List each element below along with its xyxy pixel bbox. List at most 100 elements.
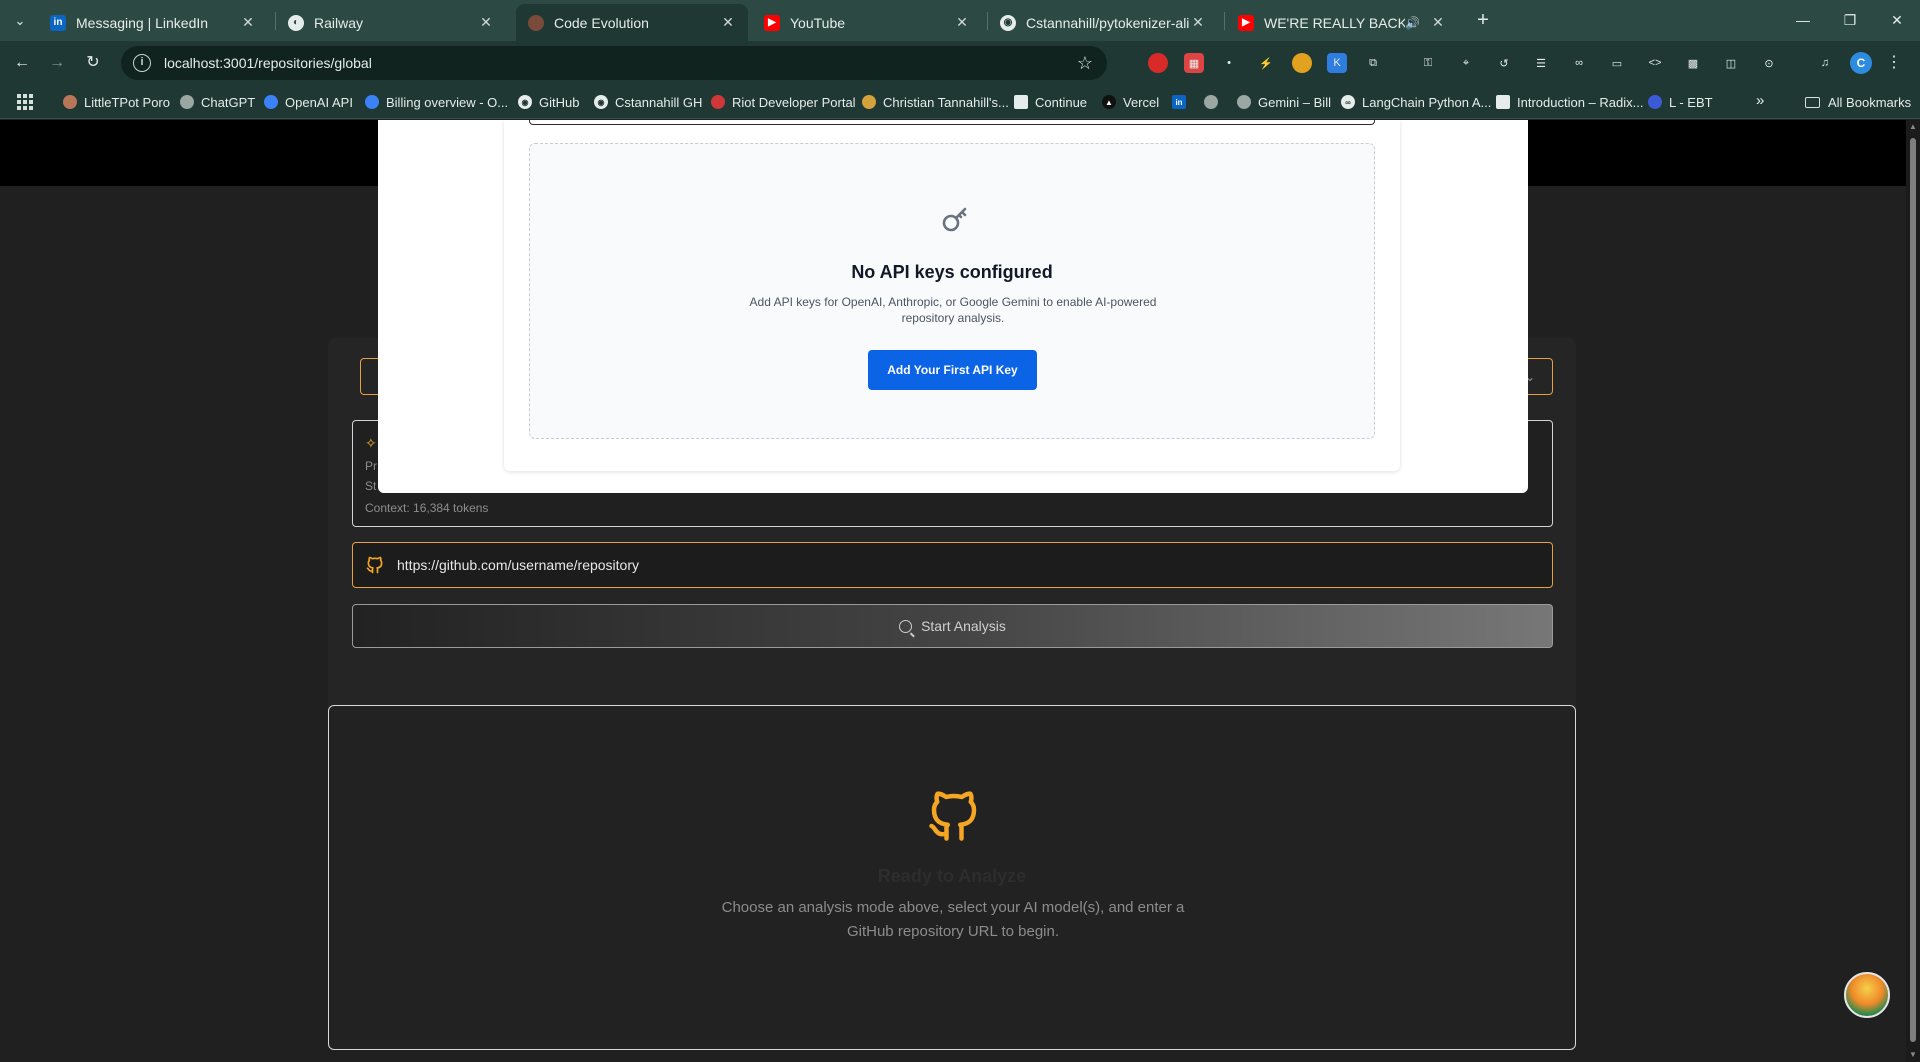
all-bookmarks-button[interactable]: All Bookmarks [1805,92,1911,112]
bookmark-littletpot-poro[interactable]: LittleTPot Poro [63,92,170,112]
close-icon[interactable]: ✕ [720,14,736,31]
tab-youtube[interactable]: ▶ YouTube ✕ [752,4,982,41]
address-url[interactable]: localhost:3001/repositories/global [164,55,372,71]
github-icon: ◉ [594,95,608,109]
new-tab-button[interactable]: + [1470,8,1496,34]
repository-url-field[interactable] [352,542,1553,588]
tab-divider [1224,12,1225,30]
start-analysis-button[interactable]: Start Analysis [352,604,1553,648]
bookmark-github[interactable]: ◉ GitHub [518,92,579,112]
code-evolution-icon [528,14,544,31]
bookmark-vercel[interactable]: ▲ Vercel [1102,92,1159,112]
speaker-icon[interactable]: 🔊 [1405,16,1420,30]
page-scrollbar[interactable]: ▲ ▼ [1906,120,1920,1062]
folder-icon [1805,96,1820,108]
extension-icon[interactable]: • [1219,53,1239,73]
riot-icon [711,95,725,109]
history-icon[interactable]: ↺ [1494,53,1514,73]
profile-avatar[interactable]: C [1850,52,1872,74]
bookmark-radix-introduction[interactable]: Introduction – Radix... [1496,92,1643,112]
extension-icon[interactable]: K [1327,53,1347,73]
github-icon: ◉ [518,95,532,109]
reload-button[interactable]: ↻ [80,50,106,76]
link-icon[interactable]: ∞ [1569,53,1589,73]
reading-list-icon[interactable]: ☰ [1531,53,1551,73]
bookmark-gemini-bill[interactable]: Gemini – Bill [1237,92,1331,112]
assistant-avatar-button[interactable] [1844,972,1890,1018]
results-panel: Ready to Analyze Choose an analysis mode… [328,705,1576,1050]
bookmark-linkedin[interactable]: in [1172,92,1193,112]
extensions-puzzle-icon[interactable]: ⧉ [1363,53,1383,73]
ready-hint: Choose an analysis mode above, select yo… [721,899,1185,940]
address-bar[interactable]: i localhost:3001/repositories/global ☆ [121,46,1107,80]
tab-search-button[interactable]: ⌄ [8,10,32,32]
bookmark-cstannahill-gh[interactable]: ◉ Cstannahill GH [594,92,702,112]
close-window-button[interactable]: ✕ [1874,0,1920,41]
site-info-icon[interactable]: i [133,54,151,72]
openai-icon [365,95,379,109]
media-control-icon[interactable]: ♫ [1815,53,1835,73]
close-icon[interactable]: ✕ [1190,14,1206,31]
screenshot-icon[interactable]: ⊙ [1759,53,1779,73]
search-icon [899,619,913,633]
bookmark-openai-api[interactable]: OpenAI API [264,92,353,112]
model-card-text: St [365,479,377,493]
bookmark-l-ebt[interactable]: L - EBT [1648,92,1713,112]
linkedin-icon: in [1172,95,1186,109]
password-key-icon[interactable]: ⚿ [1418,53,1438,73]
radix-icon [1496,95,1510,109]
empty-state-title: No API keys configured [851,262,1053,282]
linkedin-icon: in [50,14,66,31]
more-menu-icon[interactable]: ⋮ [1884,51,1904,75]
github-icon [366,556,383,574]
side-panel-icon[interactable]: ◫ [1721,53,1741,73]
tab-railway[interactable]: ◐ Railway ✕ [276,4,506,41]
apps-grid-icon[interactable] [17,94,33,110]
add-first-api-key-button[interactable]: Add Your First API Key [868,350,1037,390]
back-button[interactable]: ← [9,50,35,76]
close-icon[interactable]: ✕ [240,14,256,31]
poro-icon [63,95,77,109]
bookmarks-overflow-icon[interactable]: » [1756,92,1764,109]
extension-icon[interactable]: ⚡ [1256,53,1276,73]
scroll-down-icon[interactable]: ▼ [1908,1050,1918,1059]
bookmark-billing-overview[interactable]: Billing overview - O... [365,92,508,112]
restore-button[interactable]: ❐ [1827,0,1873,41]
forward-button[interactable]: → [44,50,70,76]
extension-icon[interactable] [1292,53,1312,73]
ready-title: Ready to Analyze [877,866,1027,886]
bookmark-riot-developer-portal[interactable]: Riot Developer Portal [711,92,856,112]
github-icon: ◉ [1000,14,1016,31]
location-pin-icon[interactable]: ⌖ [1456,53,1476,73]
close-icon[interactable]: ✕ [478,14,494,31]
bookmark-star-icon[interactable]: ☆ [1077,53,1093,74]
close-icon[interactable]: ✕ [954,14,970,31]
railway-icon: ◐ [288,14,304,31]
bookmark-chatgpt[interactable]: ChatGPT [180,92,255,112]
tab-github-pytokenizer[interactable]: ◉ Cstannahill/pytokenizer-aligner ✕ [988,4,1218,41]
bookmark-continue[interactable]: Continue [1014,92,1087,112]
extension-icon[interactable]: ▦ [1184,53,1204,73]
minimize-button[interactable]: — [1780,0,1826,41]
scrollbar-thumb[interactable] [1910,138,1916,1042]
vercel-icon: ▲ [1102,95,1116,109]
bookmark-globe[interactable] [1204,92,1225,112]
tab-linkedin[interactable]: in Messaging | LinkedIn ✕ [38,4,268,41]
bookmark-langchain[interactable]: ∞ LangChain Python A... [1341,92,1491,112]
globe-icon [1204,95,1218,109]
extension-icon[interactable] [1148,53,1168,73]
tab-youtube-video[interactable]: ▶ WE'RE REALLY BACK NOW! 🔊 ✕ [1226,4,1458,41]
code-icon[interactable]: <> [1645,53,1665,73]
repository-url-input[interactable] [397,557,1552,573]
qr-code-icon[interactable]: ▩ [1683,53,1703,73]
devices-icon[interactable]: ▭ [1607,53,1627,73]
tab-code-evolution[interactable]: Code Evolution ✕ [516,4,748,41]
youtube-icon: ▶ [1238,14,1254,31]
scroll-up-icon[interactable]: ▲ [1908,122,1918,131]
bookmark-christian-tannahill[interactable]: Christian Tannahill's... [862,92,1009,112]
ebt-icon [1648,95,1662,109]
continue-icon [1014,95,1028,109]
api-keys-modal: No API keys configured Add API keys for … [378,120,1528,493]
close-icon[interactable]: ✕ [1430,14,1446,31]
page-viewport: ⌄ ✧ Pr St Context: 16,384 tokens Start A… [0,120,1906,1062]
